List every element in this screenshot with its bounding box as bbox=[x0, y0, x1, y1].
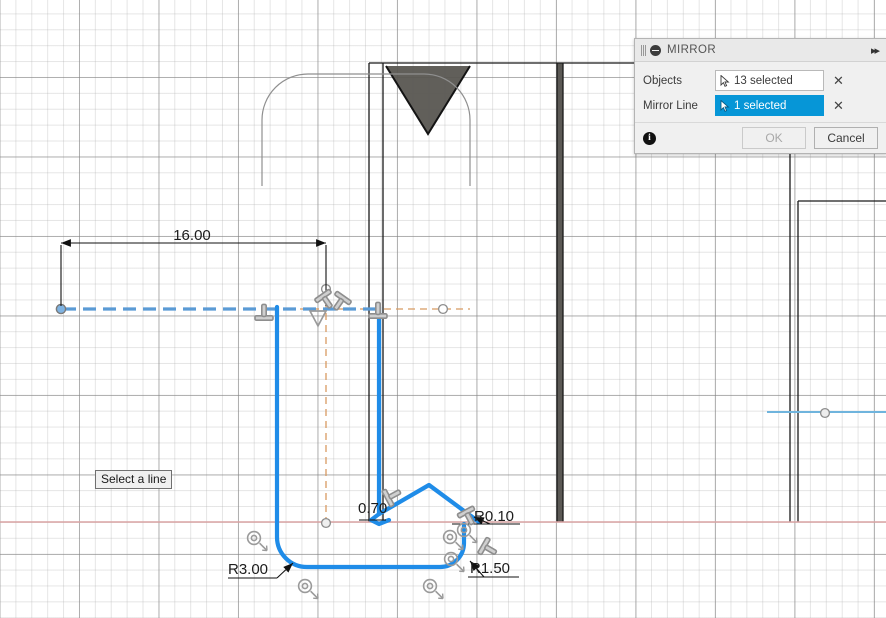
drag-grip-icon[interactable] bbox=[641, 44, 646, 56]
objects-selection-box[interactable]: 13 selected bbox=[715, 70, 824, 91]
dimension-text-r0-1: R0.10 bbox=[474, 508, 514, 525]
dialog-title-bar[interactable]: MIRROR ▸▸ bbox=[635, 39, 886, 62]
status-tooltip: Select a line bbox=[95, 470, 173, 489]
info-icon[interactable]: i bbox=[643, 131, 656, 145]
double-arrow-right-icon[interactable]: ▸▸ bbox=[871, 44, 880, 57]
radius-dimension-r1-5[interactable]: R1.50 bbox=[468, 560, 519, 578]
perpendicular-constraint-icon[interactable] bbox=[254, 303, 274, 322]
dimension-text-16: 16.00 bbox=[173, 227, 211, 244]
dimension-text-0-70: 0.70 bbox=[358, 500, 387, 517]
radius-dimension-r3[interactable]: R3.00 bbox=[228, 561, 294, 579]
perpendicular-constraint-icon[interactable] bbox=[476, 536, 502, 562]
perpendicular-constraint-icon[interactable] bbox=[327, 290, 353, 316]
tangent-constraint-icon[interactable] bbox=[246, 530, 268, 552]
objects-label: Objects bbox=[643, 74, 682, 87]
objects-clear-icon[interactable]: ✕ bbox=[833, 74, 844, 87]
objects-selection-value: 13 selected bbox=[734, 74, 793, 87]
dialog-footer: i OK Cancel bbox=[635, 122, 886, 153]
mirror-dialog[interactable]: MIRROR ▸▸ Objects 13 selected ✕ Mirror L… bbox=[634, 38, 886, 154]
tangent-constraint-icon[interactable] bbox=[422, 578, 444, 600]
cursor-arrow-icon bbox=[720, 99, 730, 112]
mirror-line-selection-box[interactable]: 1 selected bbox=[715, 95, 824, 116]
objects-row[interactable]: Objects 13 selected ✕ bbox=[635, 68, 886, 93]
linear-dimension-16[interactable]: 16.00 bbox=[60, 227, 327, 306]
minus-circle-icon[interactable] bbox=[650, 44, 661, 56]
mirror-line-row[interactable]: Mirror Line 1 selected ✕ bbox=[635, 93, 886, 118]
dimension-text-r1-5: R1.50 bbox=[470, 560, 510, 577]
cad-canvas[interactable]: 16.00 R3.00 R1.50 R0.10 0.70 Select a li… bbox=[0, 0, 886, 618]
ok-button[interactable]: OK bbox=[742, 127, 806, 149]
dialog-body: Objects 13 selected ✕ Mirror Line 1 sele… bbox=[635, 62, 886, 122]
tangent-constraint-icon[interactable] bbox=[297, 578, 319, 600]
symmetry-constraint-icon[interactable] bbox=[309, 310, 327, 327]
mirror-line-clear-icon[interactable]: ✕ bbox=[833, 99, 844, 112]
cancel-button[interactable]: Cancel bbox=[814, 127, 878, 149]
tangent-constraint-icon[interactable] bbox=[442, 529, 464, 551]
mirror-line-label: Mirror Line bbox=[643, 99, 698, 112]
dimension-text-r3: R3.00 bbox=[228, 561, 268, 578]
mirror-line-selection-value: 1 selected bbox=[734, 99, 787, 112]
cursor-arrow-icon bbox=[720, 74, 730, 87]
tangent-constraint-icon[interactable] bbox=[456, 522, 478, 544]
dialog-title: MIRROR bbox=[667, 44, 717, 56]
